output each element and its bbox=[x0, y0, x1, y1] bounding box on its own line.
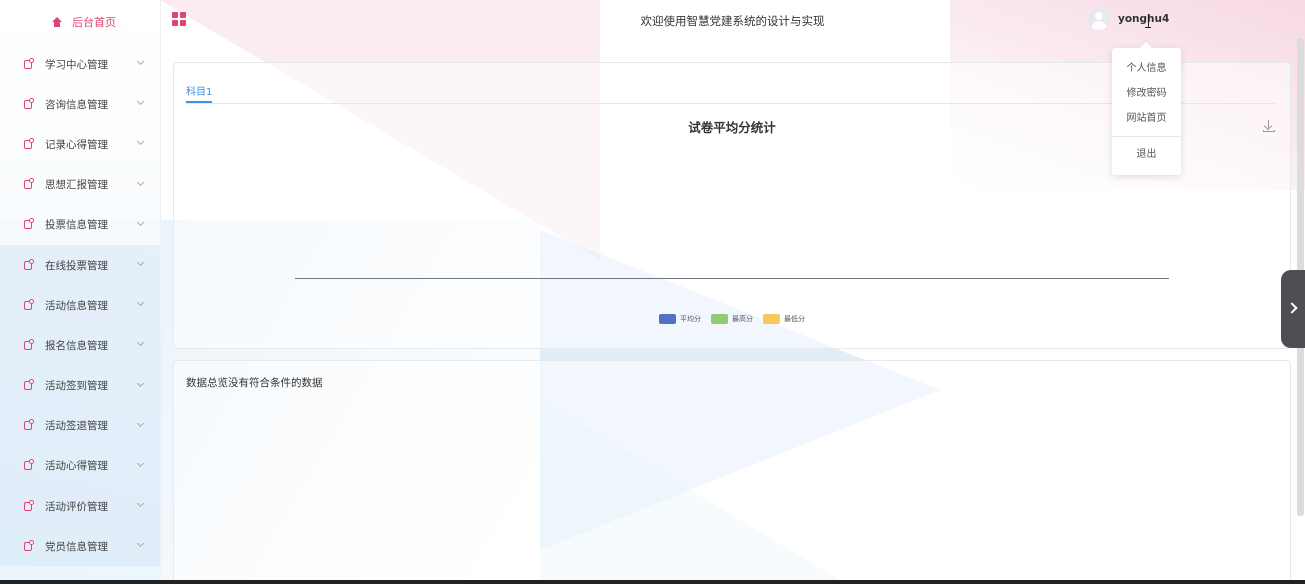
sidebar-item-label: 党员信息管理 bbox=[45, 540, 108, 553]
menu-divider bbox=[1112, 136, 1181, 137]
sidebar-item[interactable]: 活动评价管理 bbox=[0, 486, 160, 527]
legend-item[interactable]: 平均分 bbox=[659, 314, 701, 324]
legend-swatch bbox=[763, 314, 780, 324]
legend-label: 平均分 bbox=[680, 315, 701, 323]
user-dropdown-menu: 个人信息 修改密码 网站首页 退出 bbox=[1112, 48, 1181, 175]
home-icon bbox=[52, 17, 62, 27]
sidebar-item-label: 咨询信息管理 bbox=[45, 98, 108, 111]
sidebar-item-label: 活动心得管理 bbox=[45, 460, 108, 473]
sidebar-item-label: 报名信息管理 bbox=[45, 339, 108, 352]
empty-table-text: 数据总览没有符合条件的数据 bbox=[186, 377, 323, 389]
chart-legend: 平均分 最高分 最低分 bbox=[174, 314, 1290, 324]
sidebar-item[interactable]: 投票信息管理 bbox=[0, 205, 160, 245]
sidebar-item[interactable]: 党员信息管理 bbox=[0, 526, 160, 567]
sidebar-item-label: 思想汇报管理 bbox=[45, 179, 108, 192]
menu-item-profile[interactable]: 个人信息 bbox=[1112, 56, 1181, 81]
chevron-down-icon bbox=[136, 540, 145, 548]
legend-swatch bbox=[711, 314, 728, 324]
menu-item-change-password[interactable]: 修改密码 bbox=[1112, 81, 1181, 106]
sidebar-item[interactable]: 在线投票管理 bbox=[0, 244, 160, 286]
legend-item[interactable]: 最低分 bbox=[763, 314, 805, 324]
menu-item-icon bbox=[24, 459, 34, 471]
menu-item-site-home[interactable]: 网站首页 bbox=[1112, 106, 1181, 131]
sidebar-item[interactable]: 活动心得管理 bbox=[0, 445, 160, 487]
menu-item-icon bbox=[24, 338, 34, 350]
chevron-down-icon bbox=[136, 299, 145, 307]
menu-item-icon bbox=[24, 57, 34, 69]
top-header: 欢迎使用智慧党建系统的设计与实现 yonghu4 bbox=[160, 0, 1305, 44]
sidebar-item[interactable]: 活动签退管理 bbox=[0, 405, 160, 446]
user-menu-trigger[interactable]: yonghu4 bbox=[1088, 8, 1169, 30]
sidebar: 后台首页 学习中心管理 咨询信息管理 记录心得管理 思想汇报管理 投票信息管理 在线投票管… bbox=[0, 0, 161, 584]
sidebar-item-label: 学习中心管理 bbox=[45, 58, 108, 71]
username[interactable]: yonghu4 bbox=[1118, 13, 1169, 25]
sidebar-home-label: 后台首页 bbox=[72, 16, 116, 29]
menu-item-icon bbox=[24, 137, 34, 149]
legend-item[interactable]: 最高分 bbox=[711, 314, 753, 324]
sidebar-item-home[interactable]: 后台首页 bbox=[0, 0, 160, 44]
chevron-right-icon[interactable] bbox=[1281, 270, 1305, 348]
menu-item-icon bbox=[24, 298, 34, 310]
sidebar-item-label: 活动信息管理 bbox=[45, 299, 108, 312]
menu-item-icon bbox=[24, 379, 34, 391]
sidebar-item[interactable]: 咨询信息管理 bbox=[0, 84, 160, 124]
chevron-down-icon bbox=[136, 178, 145, 186]
sidebar-item-label: 活动签到管理 bbox=[45, 380, 108, 393]
chevron-down-icon bbox=[136, 500, 145, 508]
window-bottom-edge bbox=[0, 580, 1305, 584]
legend-swatch bbox=[659, 314, 676, 324]
sidebar-item-label: 在线投票管理 bbox=[45, 259, 108, 272]
chevron-down-icon bbox=[136, 459, 145, 467]
sidebar-item[interactable]: 思想汇报管理 bbox=[0, 165, 160, 205]
legend-label: 最低分 bbox=[784, 315, 805, 323]
avatar[interactable] bbox=[1088, 8, 1110, 30]
menu-item-logout[interactable]: 退出 bbox=[1112, 142, 1181, 167]
sidebar-item[interactable]: 活动签到管理 bbox=[0, 365, 160, 406]
menu-item-icon bbox=[24, 499, 34, 511]
sidebar-item-label: 活动评价管理 bbox=[45, 500, 108, 513]
chevron-down-icon bbox=[136, 258, 145, 266]
chevron-down-icon bbox=[136, 218, 145, 226]
sidebar-item[interactable]: 活动信息管理 bbox=[0, 285, 160, 326]
download-icon[interactable] bbox=[1263, 120, 1275, 132]
sidebar-item[interactable]: 学习中心管理 bbox=[0, 44, 160, 84]
chevron-down-icon bbox=[136, 339, 145, 347]
chart-x-axis bbox=[295, 278, 1169, 279]
legend-label: 最高分 bbox=[732, 315, 753, 323]
menu-item-icon bbox=[24, 218, 34, 230]
sidebar-item[interactable]: 记录心得管理 bbox=[0, 124, 160, 164]
menu-item-icon bbox=[24, 258, 34, 270]
chevron-down-icon bbox=[136, 57, 145, 66]
menu-item-icon bbox=[24, 419, 34, 431]
sidebar-item-label: 活动签退管理 bbox=[45, 420, 108, 433]
menu-item-icon bbox=[24, 97, 34, 109]
chevron-down-icon bbox=[136, 98, 145, 106]
sidebar-item-label: 投票信息管理 bbox=[45, 219, 108, 232]
sidebar-item-label: 记录心得管理 bbox=[45, 138, 108, 151]
sidebar-item[interactable]: 报名信息管理 bbox=[0, 325, 160, 366]
text-cursor-icon bbox=[1145, 14, 1151, 28]
data-overview-card: 数据总览没有符合条件的数据 bbox=[173, 360, 1291, 585]
sidebar-menu: 学习中心管理 咨询信息管理 记录心得管理 思想汇报管理 投票信息管理 在线投票管理 活动信息… bbox=[0, 44, 160, 567]
menu-item-icon bbox=[24, 539, 34, 551]
chevron-down-icon bbox=[136, 379, 145, 387]
chevron-down-icon bbox=[136, 419, 145, 427]
menu-item-icon bbox=[24, 178, 34, 190]
tab-subject-1[interactable]: 科目1 bbox=[186, 83, 212, 98]
chevron-down-icon bbox=[136, 138, 145, 146]
